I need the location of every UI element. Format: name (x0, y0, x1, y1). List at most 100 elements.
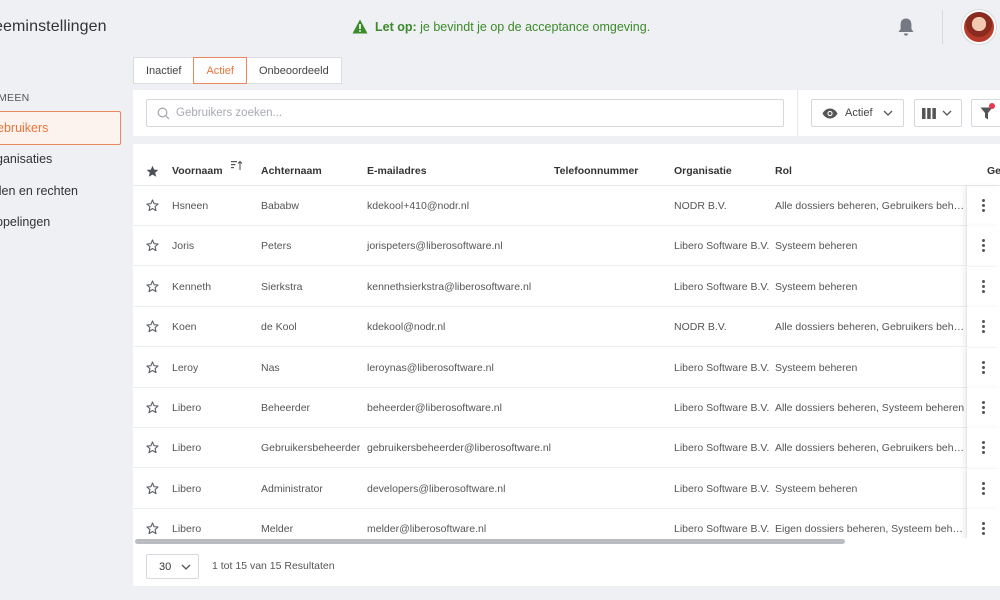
cell-voornaam: Kenneth (172, 280, 212, 293)
avatar[interactable] (962, 10, 996, 44)
sort-ascending-icon[interactable] (231, 160, 243, 171)
columns-icon (922, 107, 936, 119)
row-actions-cell (966, 266, 1000, 307)
star-icon[interactable] (146, 441, 159, 454)
column-header-voornaam[interactable]: Voornaam (172, 165, 223, 177)
chevron-down-icon (883, 110, 892, 116)
more-options-icon[interactable] (982, 401, 986, 415)
cell-rol: Systeem beheren (775, 280, 858, 293)
row-actions-cell (966, 226, 1000, 267)
cell-rol: Alle dossiers beheren, Gebruikers behere… (775, 200, 967, 212)
cell-email: melder@liberosoftware.nl (367, 523, 487, 536)
users-table: Voornaam Achternaam E-mailadres Telefoon… (133, 144, 1000, 546)
warning-text: je bevindt je op de acceptance omgeving. (420, 19, 651, 34)
column-header-email[interactable]: E-mailadres (367, 165, 427, 177)
table-row[interactable]: Libero Gebruikersbeheerder gebruikersbehee… (133, 428, 1000, 469)
cell-email: beheerder@liberosoftware.nl (367, 402, 502, 414)
table-row[interactable]: Leroy Nas leroynas@liberosoftware.nl Libero… (133, 347, 1000, 388)
column-header-rol[interactable]: Rol (775, 165, 792, 177)
cell-rol: Systeem beheren (775, 361, 858, 374)
status-tabs: Inactief Actief Onbeoordeeld (133, 57, 342, 84)
cell-rol: Systeem beheren (775, 482, 858, 495)
cell-achternaam: Sierkstra (261, 280, 303, 293)
table-header: Voornaam Achternaam E-mailadres Telefoon… (133, 144, 1000, 186)
star-icon[interactable] (146, 482, 159, 495)
cell-rol: Eigen dossiers beheren, Systeem beheren (775, 523, 967, 536)
sidebar-item-koppelingen[interactable]: ppelingen (0, 205, 121, 239)
search-icon (157, 107, 170, 119)
cell-organisatie: Libero Software B.V. (674, 240, 770, 253)
row-actions-cell (966, 468, 1000, 509)
eye-icon (822, 108, 838, 118)
column-header-telefoonnummer[interactable]: Telefoonnummer (554, 165, 638, 177)
tab-inactief[interactable]: Inactief (133, 57, 195, 84)
cell-email: kdekool@nodr.nl (367, 321, 446, 334)
more-options-icon[interactable] (982, 239, 986, 253)
cell-voornaam: Libero (172, 402, 202, 414)
column-header-achternaam[interactable]: Achternaam (261, 165, 322, 177)
sidebar-item-organisaties[interactable]: ganisaties (0, 142, 121, 176)
sidebar-item-rollen-en-rechten[interactable]: llen en rechten (0, 174, 121, 208)
chevron-down-icon (942, 110, 952, 116)
cell-email: jorispeters@liberosoftware.nl (367, 240, 503, 253)
more-options-icon[interactable] (982, 320, 986, 334)
toolbar: Actief (133, 90, 1000, 136)
cell-achternaam: Peters (261, 240, 292, 253)
cell-email: developers@liberosoftware.nl (367, 482, 506, 495)
cell-achternaam: Nas (261, 361, 280, 374)
filter-button[interactable] (971, 99, 1000, 127)
horizontal-scrollbar-thumb[interactable] (135, 539, 845, 544)
cell-email: kdekool+410@nodr.nl (367, 200, 470, 212)
star-icon[interactable] (146, 239, 159, 252)
cell-organisatie: Libero Software B.V. (674, 402, 770, 414)
search-input[interactable] (176, 107, 766, 119)
bell-icon[interactable] (897, 17, 915, 37)
table-row[interactable]: Joris Peters jorispeters@liberosoftware.nl… (133, 226, 1000, 267)
cell-organisatie: NODR B.V. (674, 200, 727, 212)
cell-email: kennethsierkstra@liberosoftware.nl (367, 280, 532, 293)
row-actions-cell (966, 388, 1000, 428)
cell-organisatie: Libero Software B.V. (674, 280, 770, 293)
more-options-icon[interactable] (982, 522, 986, 536)
cell-email: gebruikersbeheerder@liberosoftware.nl (367, 442, 552, 455)
cell-organisatie: Libero Software B.V. (674, 361, 770, 374)
column-header-extra[interactable]: Ge (987, 165, 1000, 177)
search-box[interactable] (146, 99, 784, 127)
cell-organisatie: Libero Software B.V. (674, 482, 770, 495)
tab-onbeoordeeld[interactable]: Onbeoordeeld (245, 57, 342, 84)
sidebar-item-gebruikers[interactable]: ebruikers (0, 111, 121, 145)
tab-actief[interactable]: Actief (193, 57, 247, 84)
table-row[interactable]: Koen de Kool kdekool@nodr.nl NODR B.V. Alle … (133, 307, 1000, 348)
star-icon[interactable] (146, 199, 159, 212)
table-row[interactable]: Libero Administrator developers@liberosoft… (133, 468, 1000, 509)
star-icon[interactable] (146, 522, 159, 535)
columns-button[interactable] (914, 99, 962, 127)
cell-rol: Alle dossiers beheren, Systeem beheren (775, 402, 965, 414)
star-icon[interactable] (146, 361, 159, 374)
column-header-organisatie[interactable]: Organisatie (674, 165, 732, 177)
cell-voornaam: Libero (172, 482, 202, 495)
cell-achternaam: Beheerder (261, 402, 311, 414)
cell-rol: Alle dossiers beheren, Gebruikers behere… (775, 321, 967, 334)
table-row[interactable]: Hsneen Bababw kdekool+410@nodr.nl NODR B.V.… (133, 186, 1000, 226)
star-icon[interactable] (146, 280, 159, 293)
table-row[interactable]: Libero Beheerder beheerder@liberosoftware.… (133, 388, 1000, 428)
view-filter-dropdown[interactable]: Actief (811, 99, 904, 127)
table-row[interactable]: Kenneth Sierkstra kennethsierkstra@liberos… (133, 266, 1000, 307)
star-icon[interactable] (146, 401, 159, 414)
more-options-icon[interactable] (982, 279, 986, 294)
page-size-select[interactable]: 30 (146, 554, 199, 579)
more-options-icon[interactable] (982, 199, 986, 213)
cell-voornaam: Libero (172, 523, 202, 536)
star-icon[interactable] (146, 320, 159, 333)
more-options-icon[interactable] (982, 360, 986, 375)
table-footer: 30 1 tot 15 van 15 Resultaten (133, 546, 1000, 586)
more-options-icon[interactable] (982, 481, 986, 496)
page-title: eeminstellingen (0, 18, 107, 35)
more-options-icon[interactable] (982, 441, 986, 455)
cell-email: leroynas@liberosoftware.nl (367, 361, 494, 374)
cell-voornaam: Joris (172, 240, 195, 253)
star-filled-icon[interactable] (146, 165, 159, 178)
warning-icon (352, 19, 368, 34)
cell-organisatie: NODR B.V. (674, 321, 727, 334)
